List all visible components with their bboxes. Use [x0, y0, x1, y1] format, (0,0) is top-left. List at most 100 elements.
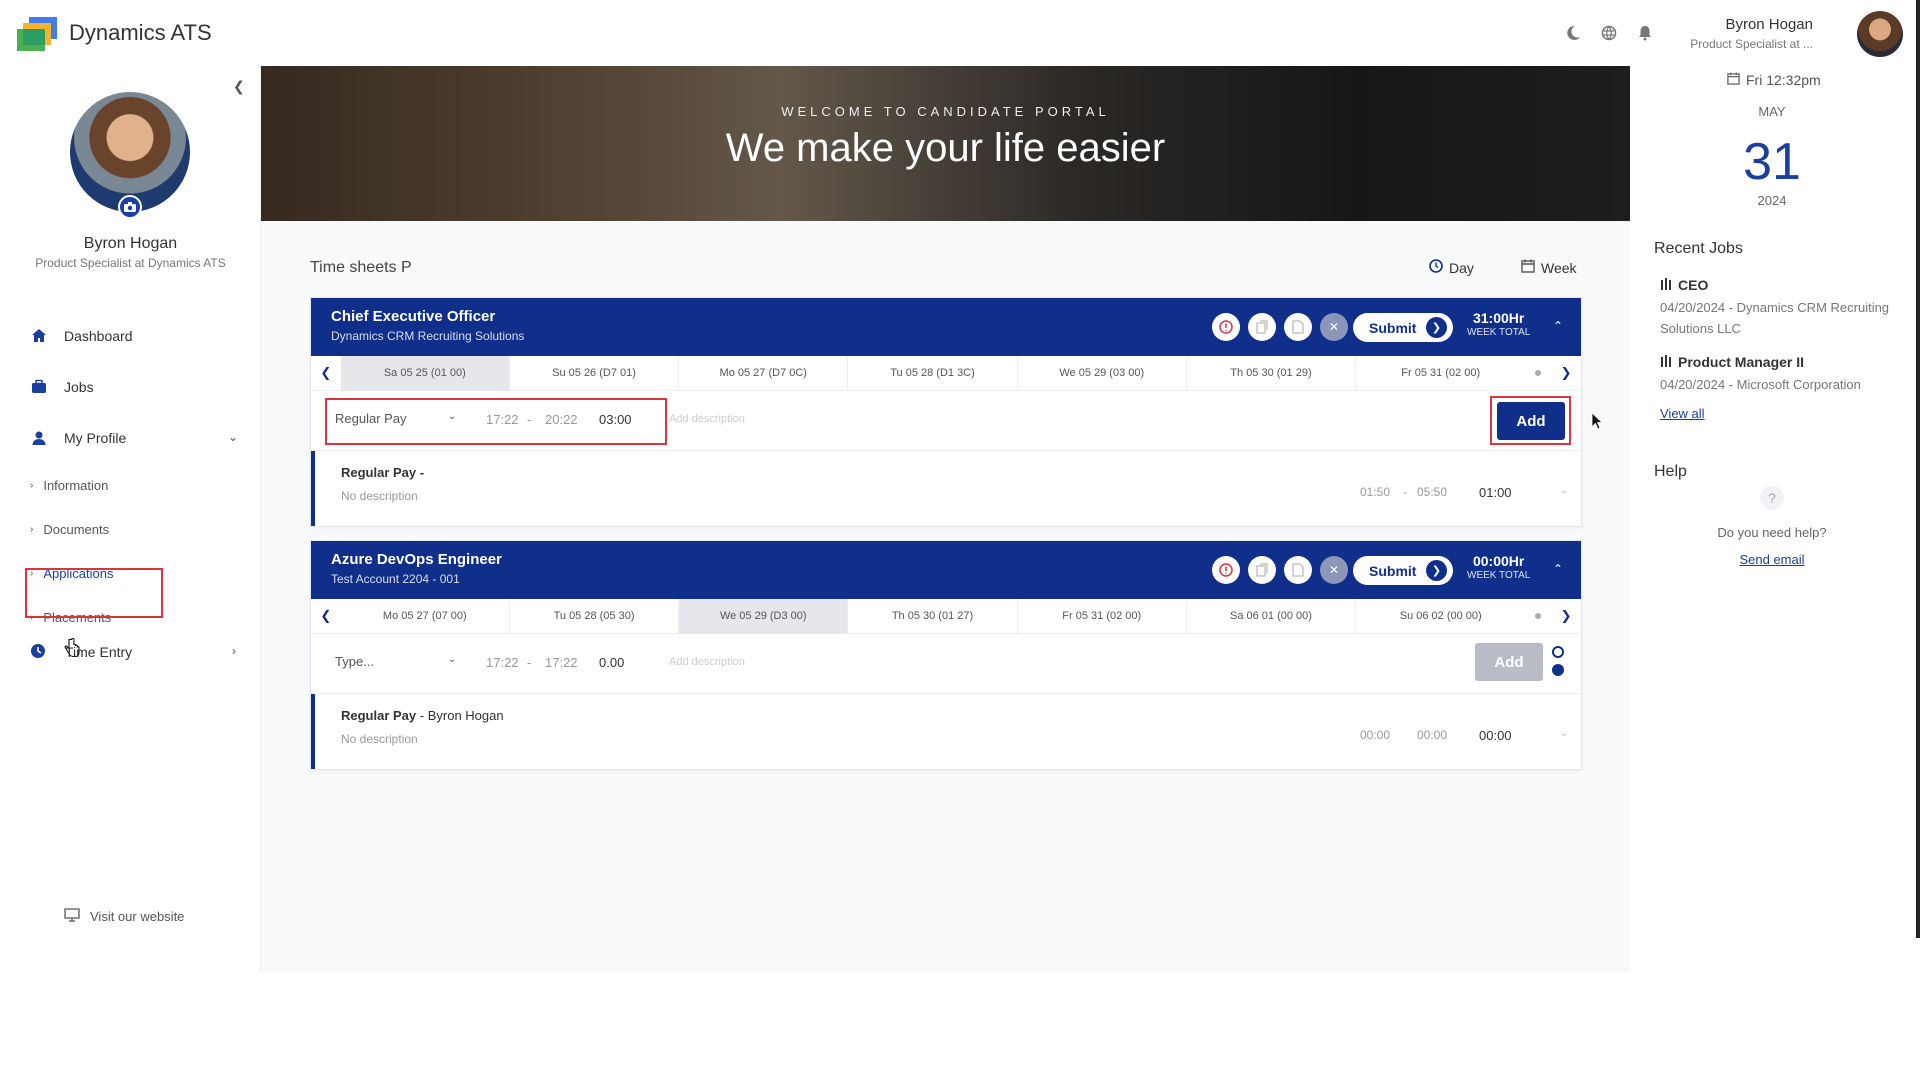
chevron-up-icon[interactable]: ⌃	[1553, 319, 1563, 333]
user-role: Product Specialist at ...	[1690, 37, 1813, 51]
submit-button[interactable]: Submit ❯	[1353, 313, 1453, 342]
sidebar-item-jobs[interactable]: Jobs	[0, 361, 261, 412]
radio-option[interactable]	[1552, 664, 1564, 676]
card-actions: ✕	[1212, 313, 1348, 341]
day-tab[interactable]: Tu 05 28 (05 30)	[510, 598, 680, 634]
view-day-toggle[interactable]: Day	[1429, 259, 1474, 276]
radio-option[interactable]	[1552, 646, 1564, 658]
sidebar-item-label: Dashboard	[64, 327, 133, 344]
day-tab[interactable]: Th 05 30 (01 29)	[1187, 355, 1357, 391]
day-tab[interactable]: Sa 05 25 (01 00)	[340, 355, 510, 391]
day-tab[interactable]: We 05 29 (D3 00)	[679, 598, 849, 634]
chevron-down-icon[interactable]: ⌄	[228, 430, 238, 444]
day-tab[interactable]: We 05 29 (03 00)	[1018, 355, 1187, 391]
window-edge	[1916, 0, 1920, 938]
timesheet-card: Chief Executive Officer Dynamics CRM Rec…	[310, 297, 1582, 527]
sidebar-item-my-profile[interactable]: My Profile ⌄	[0, 412, 261, 463]
chevron-down-icon[interactable]: ⌄	[448, 654, 456, 665]
top-icons	[1562, 22, 1656, 44]
duration-value[interactable]: 03:00	[599, 412, 632, 427]
question-icon: ?	[1760, 486, 1784, 510]
close-icon[interactable]: ✕	[1320, 313, 1348, 341]
end-time-input[interactable]: 20:22	[545, 412, 578, 427]
profile-photo	[70, 92, 190, 212]
week-total-label: WEEK TOTAL	[1467, 327, 1531, 338]
day-tab[interactable]: Th 05 30 (01 27)	[848, 598, 1018, 634]
pay-type-select[interactable]: Regular Pay	[335, 411, 407, 426]
day-tab[interactable]: Fr 05 31 (02 00)	[1356, 356, 1525, 391]
mouse-pointer-icon	[1591, 412, 1604, 435]
view-week-toggle[interactable]: Week	[1521, 259, 1577, 276]
card-company: Test Account 2204 - 001	[331, 572, 460, 586]
start-time-input[interactable]: 17:22	[486, 655, 519, 670]
chevron-left-icon[interactable]: ❮	[233, 78, 245, 95]
time-log-entry[interactable]: Regular Pay - No description 01:50 - 05:…	[311, 451, 1581, 526]
card-actions: ✕	[1212, 556, 1348, 584]
view-all-link[interactable]: View all	[1660, 406, 1705, 421]
description-input[interactable]: Add description	[669, 413, 745, 425]
help-text: Do you need help?	[1717, 525, 1827, 540]
add-button[interactable]: Add	[1475, 643, 1543, 681]
moon-icon[interactable]	[1562, 22, 1584, 44]
time-log-entry[interactable]: Regular Pay - Byron Hogan No description…	[311, 694, 1581, 769]
avatar[interactable]	[1857, 11, 1903, 57]
next-week-icon[interactable]: ❯	[1551, 608, 1581, 624]
alert-icon[interactable]	[1212, 313, 1240, 341]
chevron-down-icon[interactable]: ⌄	[448, 411, 456, 422]
prev-week-icon[interactable]: ❮	[311, 608, 341, 624]
bell-icon[interactable]	[1634, 22, 1656, 44]
chevron-down-icon[interactable]: ⌄	[1560, 485, 1568, 496]
app-root: Dynamics ATS Byron Hogan Product Special…	[0, 0, 1920, 1080]
camera-icon[interactable]	[118, 195, 142, 219]
recent-job-title: Product Manager II	[1678, 354, 1805, 370]
sidebar-subitem-information[interactable]: › Information	[0, 463, 261, 507]
day-tab[interactable]: Fr 05 31 (02 00)	[1018, 598, 1187, 634]
next-week-icon[interactable]: ❯	[1551, 365, 1581, 381]
recent-job-item[interactable]: CEO 04/20/2024 - Dynamics CRM Recruiting…	[1660, 277, 1900, 339]
app-logo[interactable]	[15, 15, 59, 53]
prev-week-icon[interactable]: ❮	[311, 365, 341, 381]
status-dot	[1535, 613, 1542, 619]
time-separator: -	[1403, 485, 1407, 499]
start-time-input[interactable]: 17:22	[486, 412, 519, 427]
alert-icon[interactable]	[1212, 556, 1240, 584]
duration-value[interactable]: 0.00	[599, 655, 624, 670]
chevron-down-icon[interactable]: ⌄	[1560, 728, 1568, 739]
description-input[interactable]: Add description	[669, 656, 745, 668]
chevron-right-icon: ›	[30, 523, 34, 535]
add-button[interactable]: Add	[1497, 402, 1565, 440]
document-icon[interactable]	[1284, 556, 1312, 584]
calendar-year: 2024	[1757, 193, 1787, 208]
sidebar-item-time-entry[interactable]: Time Entry	[65, 644, 132, 660]
copy-icon[interactable]	[1248, 556, 1276, 584]
pay-type-select[interactable]: Type...	[335, 654, 374, 669]
log-description: No description	[341, 732, 418, 746]
sidebar-item-dashboard[interactable]: Dashboard	[0, 310, 261, 361]
visit-website-link[interactable]: Visit our website	[64, 908, 184, 925]
chevron-right-icon[interactable]: ›	[232, 644, 236, 658]
send-email-link[interactable]: Send email	[1630, 552, 1914, 567]
week-total: 31:00Hr WEEK TOTAL	[1467, 311, 1530, 338]
submit-button[interactable]: Submit ❯	[1353, 556, 1453, 585]
close-icon[interactable]: ✕	[1320, 556, 1348, 584]
document-icon[interactable]	[1284, 313, 1312, 341]
view-week-label: Week	[1541, 259, 1577, 276]
entry-form: Regular Pay ⌄ 17:22 - 20:22 03:00 Add de…	[311, 391, 1581, 451]
day-tab[interactable]: Su 06 02 (00 00)	[1356, 599, 1525, 634]
day-tab[interactable]: Mo 05 27 (D7 0C)	[679, 355, 849, 391]
user-menu[interactable]: Byron Hogan Product Specialist at ...	[1690, 16, 1813, 51]
copy-icon[interactable]	[1248, 313, 1276, 341]
clock-icon	[1429, 259, 1443, 276]
day-tab[interactable]: Sa 06 01 (00 00)	[1187, 598, 1357, 634]
day-tab[interactable]: Tu 05 28 (D1 3C)	[848, 355, 1018, 391]
globe-icon[interactable]	[1598, 22, 1620, 44]
recent-job-item[interactable]: Product Manager II 04/20/2024 - Microsof…	[1660, 354, 1900, 395]
day-tab[interactable]: Mo 05 27 (07 00)	[341, 598, 510, 634]
day-tab[interactable]: Su 05 26 (D7 01)	[510, 355, 680, 391]
recent-job-detail: 04/20/2024 - Microsoft Corporation	[1660, 377, 1861, 392]
subitem-label: Documents	[43, 521, 110, 537]
chevron-up-icon[interactable]: ⌃	[1553, 562, 1563, 576]
timesheet-card: Azure DevOps Engineer Test Account 2204 …	[310, 540, 1582, 770]
end-time-input[interactable]: 17:22	[545, 655, 578, 670]
sidebar-subitem-documents[interactable]: › Documents	[0, 507, 261, 551]
